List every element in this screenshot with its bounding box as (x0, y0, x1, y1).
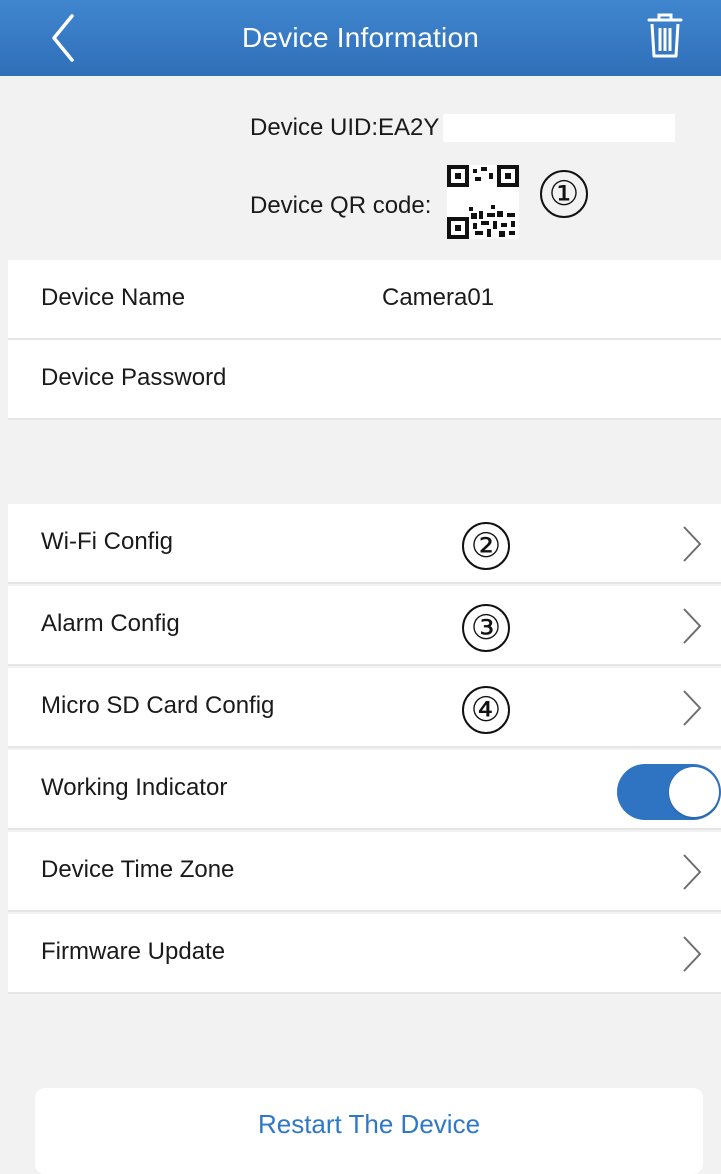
sd-card-config-row[interactable]: Micro SD Card Config (8, 668, 721, 748)
chevron-right-icon (683, 854, 702, 890)
time-zone-row[interactable]: Device Time Zone (8, 832, 721, 912)
uid-redaction (443, 114, 676, 142)
restart-device-label: Restart The Device (257, 1108, 481, 1139)
chevron-left-icon[interactable] (44, 12, 84, 64)
firmware-update-label: Firmware Update (41, 938, 226, 965)
annotation-4: ④ (462, 686, 510, 734)
chevron-right-icon (683, 608, 702, 644)
navbar: Device Information (0, 0, 721, 76)
working-indicator-label: Working Indicator (41, 774, 228, 801)
device-uid-label: Device UID:EA2Y (250, 114, 440, 141)
chevron-right-icon (683, 936, 702, 972)
device-name-label: Device Name (41, 284, 186, 311)
device-uid: Device UID:EA2Y (250, 114, 676, 142)
working-indicator-row: Working Indicator (8, 750, 721, 830)
wifi-config-label: Wi-Fi Config (41, 528, 174, 555)
qr-code-image (447, 165, 519, 239)
device-name-value: Camera01 (382, 284, 495, 311)
device-info-section (0, 76, 721, 260)
wifi-config-row[interactable]: Wi-Fi Config (8, 504, 721, 584)
device-qr-label: Device QR code: (250, 192, 432, 219)
toggle-knob (669, 767, 719, 817)
alarm-config-row[interactable]: Alarm Config (8, 586, 721, 666)
trash-icon[interactable] (645, 12, 685, 60)
device-password-row[interactable]: Device Password (8, 340, 721, 420)
working-indicator-toggle[interactable] (617, 764, 721, 820)
annotation-1: ① (540, 170, 588, 218)
device-password-label: Device Password (41, 364, 227, 391)
time-zone-label: Device Time Zone (41, 856, 235, 883)
page-title: Device Information (241, 22, 480, 53)
firmware-update-row[interactable]: Firmware Update (8, 914, 721, 994)
annotation-3: ③ (462, 604, 510, 652)
chevron-right-icon (683, 690, 702, 726)
sd-card-config-label: Micro SD Card Config (41, 692, 275, 719)
restart-device-button[interactable]: Restart The Device (35, 1088, 703, 1174)
annotation-2: ② (462, 522, 510, 570)
chevron-right-icon (683, 526, 702, 562)
device-name-row[interactable]: Device Name Camera01 (8, 260, 721, 340)
alarm-config-label: Alarm Config (41, 610, 180, 637)
